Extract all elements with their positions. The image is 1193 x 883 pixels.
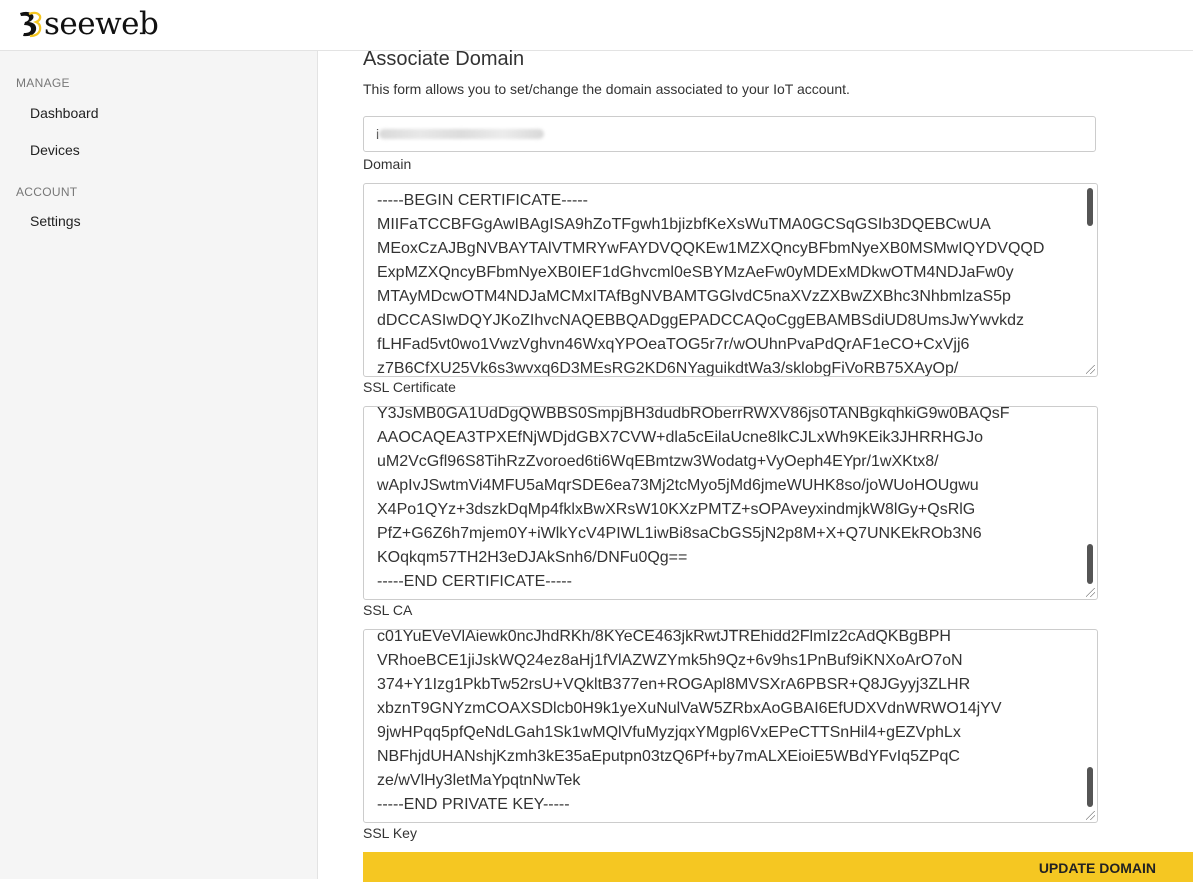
ssl-ca-textarea[interactable]: Y3JsMB0GA1UdDgQWBBS0SmpjBH3dudbROberrRWX… [363,406,1098,600]
sidebar-heading-manage: MANAGE [16,76,70,90]
text-line: KOqkqm57TH2H3eDJAkSnh6/DNFu0Qg== [377,549,688,566]
top-bar: seeweb [0,0,1193,51]
text-line: MEoxCzAJBgNVBAYTAlVTMRYwFAYDVQQKEw1MZXQn… [377,240,1045,257]
seeweb-logo[interactable]: seeweb [17,5,159,42]
ssl-ca-resize-handle[interactable] [1086,588,1095,597]
text-line: 374+Y1Izg1PkbTw52rsU+VQkltB377en+ROGApl8… [377,676,971,693]
text-line: MTAyMDcwOTM4NDJaMCMxITAfBgNVBAMTGGlvdC5n… [377,288,1011,305]
text-line: uM2VcGfl96S8TihRzZvoroed6ti6WqEBmtzw3Wod… [377,453,939,470]
seeweb-logo-icon [20,11,42,38]
ssl-key-textarea[interactable]: c01YuEVeVlAiewk0ncJhdRKh/8KYeCE463jkRwtJ… [363,629,1098,823]
sidebar-item-dashboard[interactable]: Dashboard [30,105,99,121]
ssl-ca-label: SSL CA [363,602,413,618]
update-domain-button[interactable]: UPDATE DOMAIN [363,852,1193,882]
ssl-key-resize-handle[interactable] [1086,811,1095,820]
text-line: ExpMZXQncyBFbmNyeXB0IEF1dGhvcml0eSBYMzAe… [377,264,1014,281]
text-line: xbznT9GNYzmCOAXSDlcb0H9k1yeXuNulVaW5ZRbx… [377,700,1002,717]
text-line: -----BEGIN CERTIFICATE----- [377,192,588,209]
sidebar: MANAGE Dashboard Devices ACCOUNT Setting… [0,51,318,879]
ssl-key-text: c01YuEVeVlAiewk0ncJhdRKh/8KYeCE463jkRwtJ… [377,629,1079,817]
text-line: -----END CERTIFICATE----- [377,573,572,590]
ssl-certificate-textarea[interactable]: -----BEGIN CERTIFICATE----- MIIFaTCCBFGgA… [363,183,1098,377]
ssl-ca-scrollbar[interactable] [1087,544,1093,584]
text-line: -----END PRIVATE KEY----- [377,796,570,813]
text-line: z7B6CfXU25Vk6s3wvxq6D3MEsRG2KD6NYaguikdt… [377,360,959,377]
domain-input[interactable]: i [363,116,1096,152]
redacted-domain [379,129,544,139]
ssl-ca-text: Y3JsMB0GA1UdDgQWBBS0SmpjBH3dudbROberrRWX… [377,406,1079,594]
ssl-certificate-label: SSL Certificate [363,379,456,395]
text-line: MIIFaTCCBFGgAwIBAgISA9hZoTFgwh1bjizbfKeX… [377,216,991,233]
text-line: fLHFad5vt0wo1VwzVghvn46WxqYPOeaTOG5r7r/w… [377,336,970,353]
ssl-certificate-scrollbar[interactable] [1087,188,1093,226]
associate-domain-form: Associate Domain This form allows you to… [363,48,1193,882]
text-line: NBFhjdUHANshjKzmh3kE35aEputpn03tzQ6Pf+by… [377,748,960,765]
sidebar-item-devices[interactable]: Devices [30,142,80,158]
text-line: dDCCASIwDQYJKoZIhvcNAQEBBQADggEPADCCAQoC… [377,312,1024,329]
text-line: Y3JsMB0GA1UdDgQWBBS0SmpjBH3dudbROberrRWX… [377,406,1010,422]
page-title: Associate Domain [363,48,525,70]
text-line: c01YuEVeVlAiewk0ncJhdRKh/8KYeCE463jkRwtJ… [377,629,951,645]
text-line: AAOCAQEA3TPXEfNjWDjdGBX7CVW+dla5cEilaUcn… [377,429,983,446]
ssl-key-scrollbar[interactable] [1087,767,1093,807]
text-line: 9jwHPqq5pfQeNdLGah1Sk1wMQlVfuMyzjqxYMgpl… [377,724,961,741]
brand-name: seeweb [44,5,159,42]
text-line: wApIvJSwtmVi4MFU5aMqrSDE6ea73Mj2tcMyo5jM… [377,477,979,494]
domain-label: Domain [363,156,412,172]
ssl-key-label: SSL Key [363,825,417,841]
form-description: This form allows you to set/change the d… [363,81,850,97]
ssl-certificate-resize-handle[interactable] [1086,365,1095,374]
text-line: ze/wVlHy3letMaYpqtnNwTek [377,772,581,789]
sidebar-heading-account: ACCOUNT [16,185,78,199]
text-line: VRhoeBCE1jiJskWQ24ez8aHj1fVlAZWZYmk5h9Qz… [377,652,963,669]
text-line: PfZ+G6Z6h7mjem0Y+iWlkYcV4PIWL1iwBi8saCbG… [377,525,982,542]
ssl-certificate-text: -----BEGIN CERTIFICATE----- MIIFaTCCBFGgA… [377,189,1079,377]
sidebar-item-settings[interactable]: Settings [30,213,81,229]
text-line: X4Po1QYz+3dszkDqMp4fklxBwXRsW10KXzPMTZ+s… [377,501,976,518]
